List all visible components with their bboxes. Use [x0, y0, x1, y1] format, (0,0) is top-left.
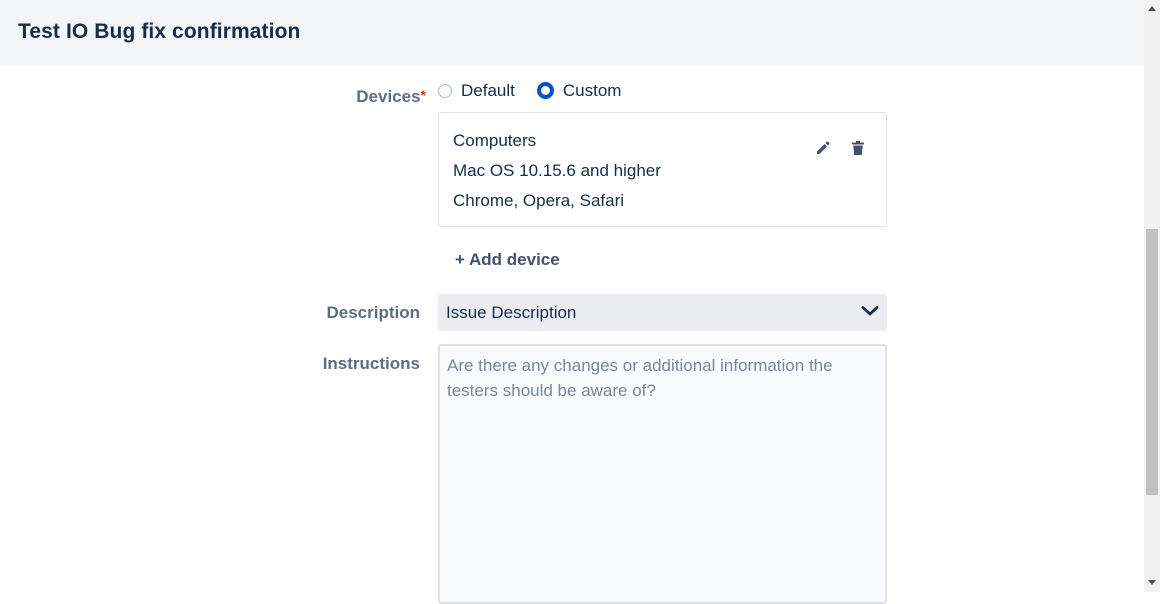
device-card: Computers Mac OS 10.15.6 and higher Chro…: [438, 112, 887, 227]
description-select-value[interactable]: Issue Description: [446, 303, 576, 323]
description-select[interactable]: Issue Description: [438, 294, 887, 331]
description-label: Description: [326, 303, 420, 322]
device-browsers: Chrome, Opera, Safari: [453, 191, 625, 210]
device-category: Computers: [453, 131, 537, 150]
device-os: Mac OS 10.15.6 and higher: [453, 161, 661, 180]
required-marker: *: [420, 87, 426, 103]
radio-custom-label[interactable]: Custom: [563, 81, 622, 101]
header-bar: Test IO Bug fix confirmation: [0, 0, 1144, 65]
radio-custom-circle[interactable]: [536, 82, 554, 99]
scrollbar-thumb[interactable]: [1146, 229, 1158, 495]
instructions-label: Instructions: [322, 354, 420, 373]
trash-icon[interactable]: [848, 138, 868, 158]
pencil-icon[interactable]: [813, 138, 833, 158]
scroll-down-arrow-icon[interactable]: [1148, 580, 1156, 585]
add-device-button[interactable]: + Add device: [455, 250, 560, 270]
chevron-down-icon[interactable]: [861, 304, 879, 323]
devices-label: Devices*: [330, 87, 426, 107]
page-title: Test IO Bug fix confirmation: [18, 20, 301, 43]
devices-radio-group: Default Custom: [438, 80, 643, 102]
radio-default-label[interactable]: Default: [461, 81, 515, 101]
radio-default[interactable]: Default: [438, 81, 515, 101]
scroll-up-arrow-icon[interactable]: [1148, 6, 1156, 11]
instructions-placeholder: Are there any changes or additional info…: [447, 356, 833, 400]
page-scrollbar[interactable]: [1144, 0, 1160, 592]
radio-default-circle[interactable]: [438, 84, 452, 98]
devices-label-text: Devices: [356, 87, 421, 106]
instructions-textarea[interactable]: Are there any changes or additional info…: [438, 344, 887, 604]
radio-custom[interactable]: Custom: [536, 81, 622, 101]
